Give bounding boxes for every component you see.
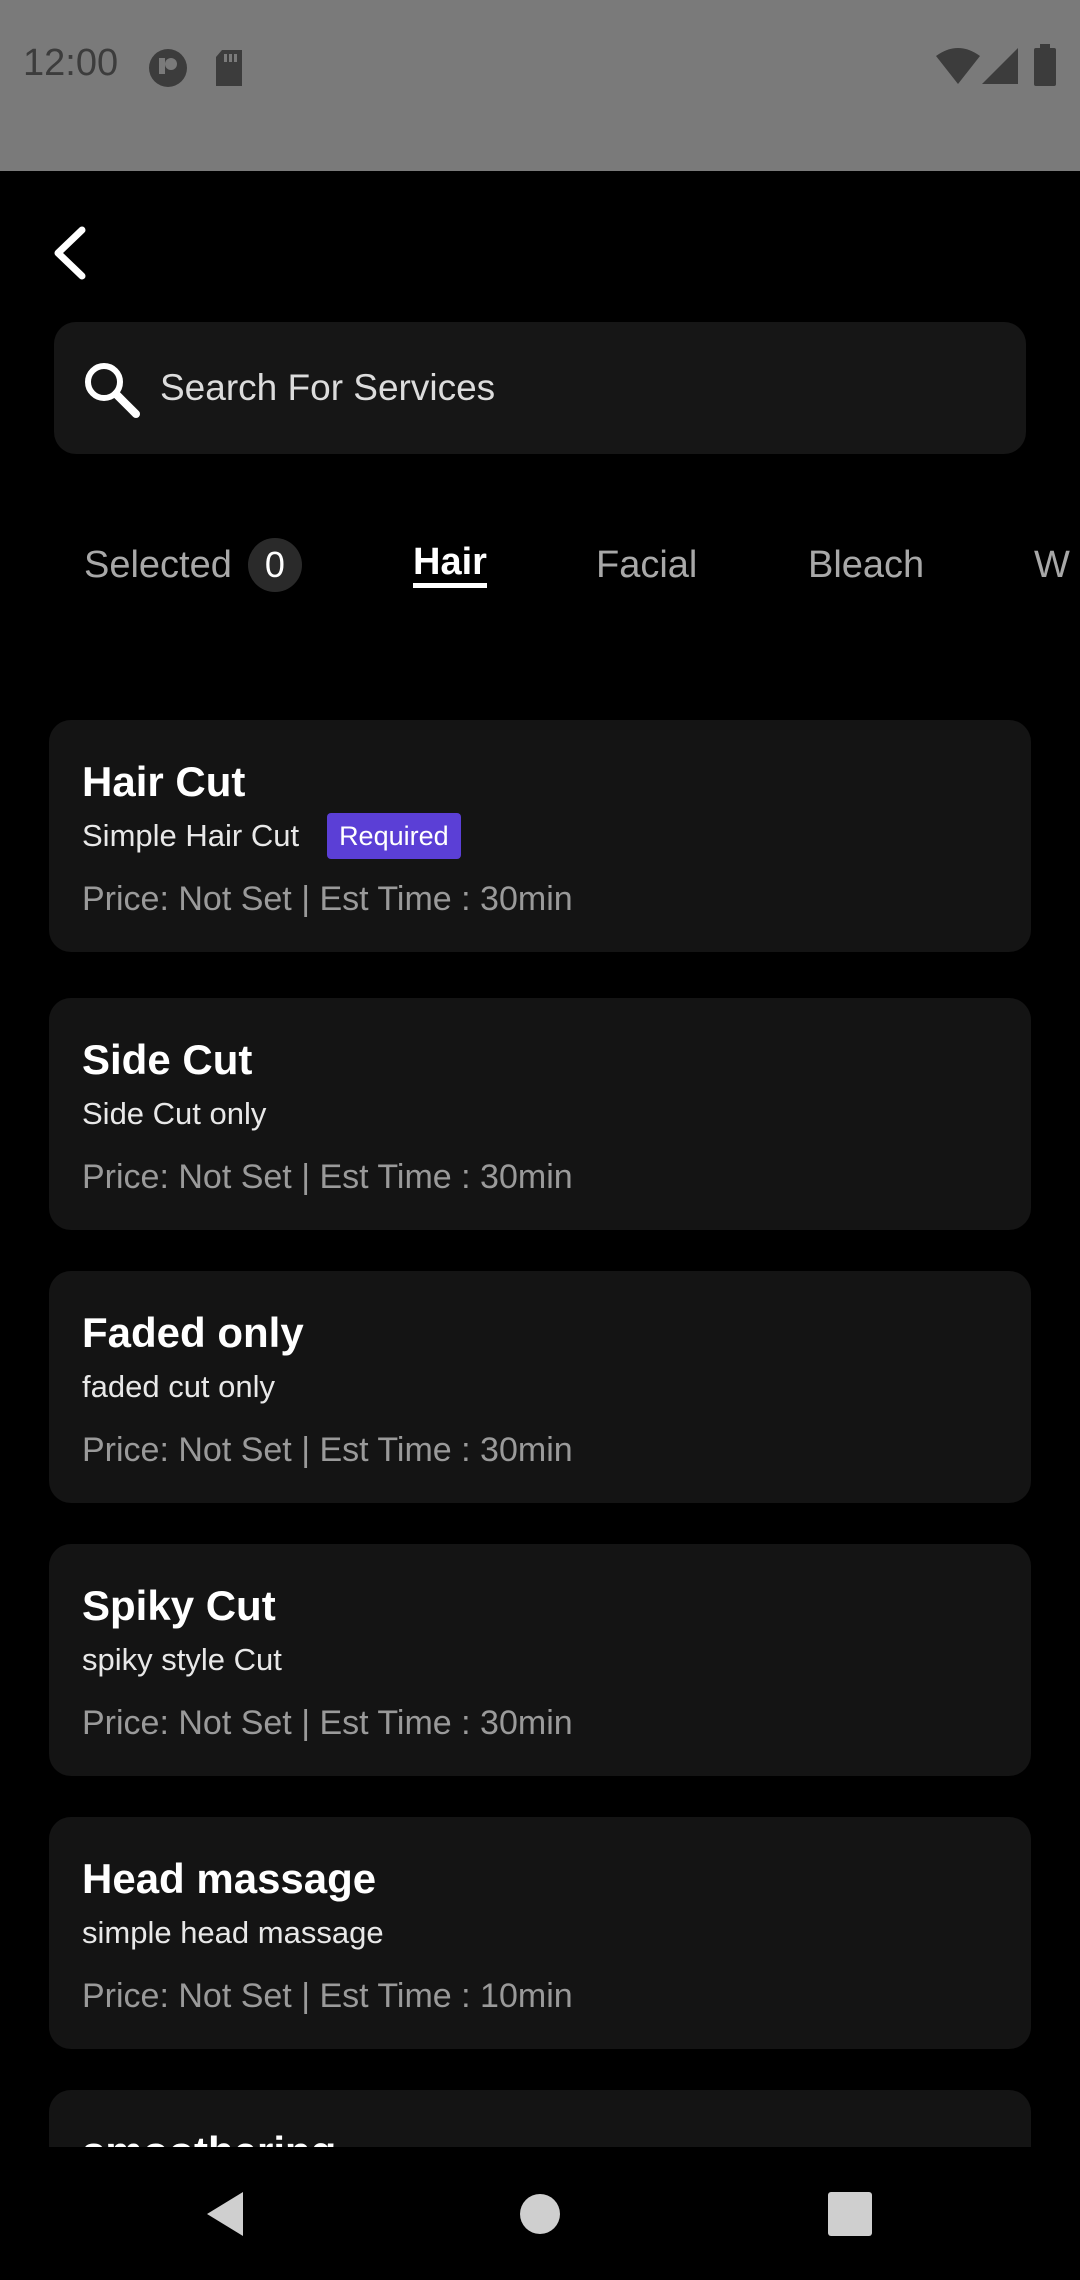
service-title: Spiky Cut (82, 1582, 276, 1629)
service-title: smoothering (82, 2128, 336, 2147)
service-list[interactable]: Hair Cut Simple Hair Cut Required Price:… (0, 700, 1080, 2147)
tab-facial-label: Facial (596, 543, 698, 586)
service-subtitle: faded cut only (82, 1369, 276, 1404)
nav-home-button[interactable] (500, 2177, 580, 2251)
chevron-left-icon (54, 226, 86, 280)
status-bar: 12:00 (0, 0, 1080, 171)
service-card[interactable]: Faded only faded cut only Price: Not Set… (49, 1271, 1031, 1503)
tab-selected[interactable]: Selected 0 (84, 530, 302, 600)
recents-square-icon (828, 2192, 872, 2236)
category-tabs: Selected 0 Hair Facial Bleach W (0, 530, 1080, 600)
sd-card-icon (214, 50, 244, 91)
service-subtitle: simple head massage (82, 1915, 384, 1950)
back-triangle-icon (207, 2192, 243, 2236)
tab-bleach[interactable]: Bleach (808, 530, 924, 600)
search-box[interactable] (54, 322, 1026, 454)
nav-back-button[interactable] (185, 2177, 265, 2251)
status-time: 12:00 (23, 42, 119, 84)
service-card[interactable]: smoothering (49, 2090, 1031, 2147)
wifi-icon (936, 48, 980, 89)
tab-hair-label: Hair (413, 543, 487, 588)
media-icon (148, 48, 188, 93)
service-title: Hair Cut (82, 758, 246, 805)
search-input[interactable] (158, 322, 998, 454)
battery-icon (1034, 44, 1056, 91)
search-icon (82, 360, 140, 423)
service-meta: Price: Not Set | Est Time : 30min (82, 1431, 573, 1469)
service-card[interactable]: Head massage simple head massage Price: … (49, 1817, 1031, 2049)
service-subtitle-row: simple head massage (82, 1909, 384, 1957)
selected-count-badge: 0 (247, 538, 302, 592)
back-button[interactable] (40, 222, 100, 284)
required-badge: Required (327, 812, 461, 860)
service-subtitle: Simple Hair Cut (82, 818, 300, 853)
service-subtitle-row: spiky style Cut (82, 1636, 282, 1684)
service-meta: Price: Not Set | Est Time : 30min (82, 1158, 573, 1196)
signal-icon (982, 48, 1018, 89)
service-card[interactable]: Hair Cut Simple Hair Cut Required Price:… (49, 720, 1031, 952)
tab-facial[interactable]: Facial (596, 530, 697, 600)
service-meta: Price: Not Set | Est Time : 10min (82, 1977, 573, 2015)
service-meta: Price: Not Set | Est Time : 30min (82, 880, 573, 918)
tab-w[interactable]: W (1034, 530, 1070, 600)
service-subtitle: Side Cut only (82, 1096, 267, 1131)
tab-bleach-label: Bleach (808, 543, 925, 586)
service-subtitle: spiky style Cut (82, 1642, 282, 1677)
service-meta: Price: Not Set | Est Time : 30min (82, 1704, 573, 1742)
service-title: Side Cut (82, 1036, 253, 1083)
service-card[interactable]: Side Cut Side Cut only Price: Not Set | … (49, 998, 1031, 1230)
service-title: Faded only (82, 1309, 304, 1356)
tab-selected-label: Selected (84, 543, 232, 586)
service-subtitle-row: Side Cut only (82, 1090, 266, 1138)
home-circle-icon (520, 2194, 560, 2234)
tab-w-label: W (1034, 543, 1070, 586)
nav-recents-button[interactable] (810, 2177, 890, 2251)
service-title: Head massage (82, 1855, 377, 1902)
service-subtitle-row: Simple Hair Cut Required (82, 812, 461, 860)
system-nav-bar (0, 2147, 1080, 2280)
tab-hair[interactable]: Hair (413, 530, 487, 600)
service-card[interactable]: Spiky Cut spiky style Cut Price: Not Set… (49, 1544, 1031, 1776)
service-subtitle-row: faded cut only (82, 1363, 275, 1411)
